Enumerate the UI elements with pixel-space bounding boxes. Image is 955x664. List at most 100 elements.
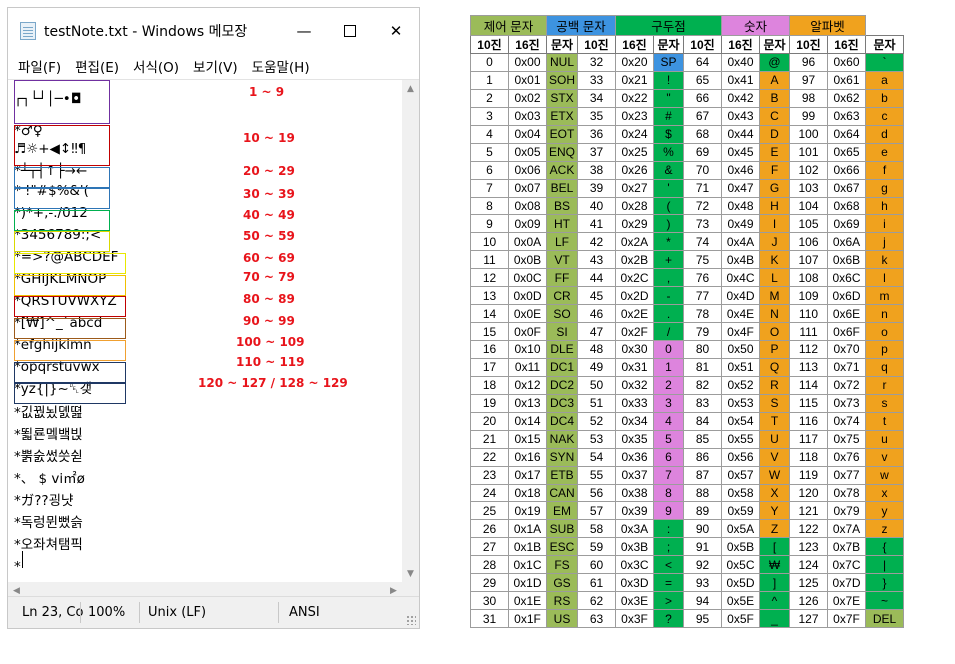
- char-cell: o: [865, 322, 904, 341]
- decimal-cell: 6: [470, 160, 509, 180]
- decimal-cell: 117: [789, 429, 828, 449]
- group-highlight-box: [14, 296, 126, 317]
- char-cell: 6: [653, 447, 684, 467]
- column-header: 10진: [577, 35, 616, 54]
- scroll-up-icon[interactable]: ▲: [402, 80, 419, 97]
- decimal-cell: 51: [577, 393, 616, 413]
- char-cell: s: [865, 393, 904, 413]
- char-cell: ?: [653, 609, 684, 628]
- close-button[interactable]: ✕: [373, 8, 419, 53]
- menu-help[interactable]: 도움말(H): [245, 56, 317, 76]
- ascii-row: 12 0x0C FF 44 0x2C, 76 0x4C L 108 0x6C l: [470, 268, 904, 288]
- char-cell: F: [759, 160, 790, 180]
- text-area[interactable]: ┌┐└┘│─•◘ *♂♀ ♬☼+◀↕‼¶ *┴┬┤↑├→← * !"#$%&'(*)*+…: [14, 80, 404, 582]
- decimal-cell: 121: [789, 501, 828, 521]
- ascii-row: 16 0x10 DLE 48 0x30 0 80 0x50 P 112 0x70 p: [470, 340, 904, 359]
- ascii-row: 13 0x0D CR 45 0x2D -77 0x4D M 109 0x6D m: [470, 286, 904, 306]
- text-editor[interactable]: ┌┐└┘│─•◘ *♂♀ ♬☼+◀↕‼¶ *┴┬┤↑├→← * !"#$%&'(*)*+…: [8, 79, 419, 599]
- group-highlight-box: [14, 188, 110, 209]
- decimal-cell: 125: [789, 573, 828, 593]
- decimal-cell: 48: [577, 340, 616, 359]
- decimal-cell: 127: [789, 609, 828, 628]
- hex-cell: 0x6F: [827, 322, 866, 341]
- hex-cell: 0x1B: [508, 537, 547, 557]
- group-highlight-box: [14, 210, 110, 231]
- group-highlight-box: [14, 253, 126, 274]
- decimal-cell: 78: [683, 304, 722, 324]
- hex-cell: 0x38: [615, 483, 654, 503]
- hex-cell: 0x6C: [827, 268, 866, 288]
- char-cell: I: [759, 214, 790, 234]
- notepad-app-icon[interactable]: [20, 21, 36, 40]
- char-cell: LF: [546, 232, 578, 252]
- char-cell: %: [653, 142, 684, 162]
- decimal-cell: 118: [789, 447, 828, 467]
- char-cell: w: [865, 465, 904, 485]
- char-cell: b: [865, 88, 904, 108]
- hex-cell: 0x55: [721, 429, 760, 449]
- hex-cell: 0x66: [827, 160, 866, 180]
- char-cell: X: [759, 483, 790, 503]
- char-cell: ;: [653, 537, 684, 557]
- minimize-button[interactable]: —: [281, 8, 327, 53]
- decimal-cell: 100: [789, 124, 828, 144]
- char-cell: W: [759, 465, 790, 485]
- menu-file[interactable]: 파일(F): [11, 56, 68, 76]
- window-title: testNote.txt - Windows 메모장: [44, 23, 248, 40]
- title-bar[interactable]: testNote.txt - Windows 메모장 — ✕: [8, 8, 419, 53]
- ascii-row: 6 0x06 ACK 38 0x26 & 70 0x46 F 102 0x66 f: [470, 160, 904, 180]
- scroll-down-icon[interactable]: ▼: [402, 565, 419, 582]
- hex-cell: 0x02: [508, 88, 547, 108]
- char-cell: N: [759, 304, 790, 324]
- char-cell: L: [759, 268, 790, 288]
- decimal-cell: 104: [789, 196, 828, 216]
- char-cell: NUL: [546, 53, 578, 72]
- ascii-row: 22 0x16 SYN 54 0x36 6 86 0x56 V 118 0x76 v: [470, 447, 904, 467]
- resize-grip-icon[interactable]: [406, 615, 416, 625]
- range-label: 120 ~ 127 / 128 ~ 129: [198, 376, 348, 390]
- ascii-row: 15 0x0F SI 47 0x2F/79 0x4F O 111 0x6F o: [470, 322, 904, 341]
- char-cell: D: [759, 124, 790, 144]
- hex-cell: 0x45: [721, 142, 760, 162]
- maximize-button[interactable]: [327, 8, 373, 53]
- ascii-row: 23 0x17 ETB 55 0x37 7 87 0x57 W 119 0x77 w: [470, 465, 904, 485]
- menu-view[interactable]: 보기(V): [186, 56, 245, 76]
- char-cell: _: [759, 609, 790, 628]
- decimal-cell: 17: [470, 357, 509, 377]
- decimal-cell: 73: [683, 214, 722, 234]
- decimal-cell: 79: [683, 322, 722, 341]
- char-cell: ESC: [546, 537, 578, 557]
- decimal-cell: 38: [577, 160, 616, 180]
- decimal-cell: 71: [683, 178, 722, 198]
- hex-cell: 0x3E: [615, 591, 654, 611]
- text-line: *깂꿦뇠뎴뗦: [14, 405, 83, 421]
- menu-format[interactable]: 서식(O): [126, 56, 186, 76]
- char-cell: O: [759, 322, 790, 341]
- status-bar: Ln 23, Co 100% Unix (LF) ANSI: [8, 596, 419, 628]
- decimal-cell: 43: [577, 250, 616, 270]
- decimal-cell: 54: [577, 447, 616, 467]
- hex-cell: 0x1E: [508, 591, 547, 611]
- decimal-cell: 75: [683, 250, 722, 270]
- decimal-cell: 0: [470, 53, 509, 72]
- menu-edit[interactable]: 편집(E): [68, 56, 126, 76]
- hex-cell: 0x79: [827, 501, 866, 521]
- group-highlight-box: [14, 340, 126, 361]
- decimal-cell: 109: [789, 286, 828, 306]
- ascii-table: 제어 문자 공백 문자 구두점 숫자 알파벳 10진 16진 문자 10진 16…: [470, 15, 904, 628]
- char-cell: &: [653, 160, 684, 180]
- decimal-cell: 94: [683, 591, 722, 611]
- range-label: 70 ~ 79: [243, 270, 295, 284]
- hex-cell: 0x5A: [721, 519, 760, 539]
- text-line: *오좌쳐탬픽: [14, 537, 83, 553]
- decimal-cell: 101: [789, 142, 828, 162]
- column-header: 10진: [789, 35, 828, 54]
- vertical-scrollbar[interactable]: ▲ ▼: [402, 80, 419, 582]
- hex-cell: 0x69: [827, 214, 866, 234]
- ascii-row: 3 0x03 ETX 35 0x23 #67 0x43 C 99 0x63 c: [470, 106, 904, 126]
- char-cell: /: [653, 322, 684, 341]
- char-cell: T: [759, 411, 790, 431]
- char-cell: FS: [546, 555, 578, 575]
- hex-cell: 0x09: [508, 214, 547, 234]
- hex-cell: 0x4E: [721, 304, 760, 324]
